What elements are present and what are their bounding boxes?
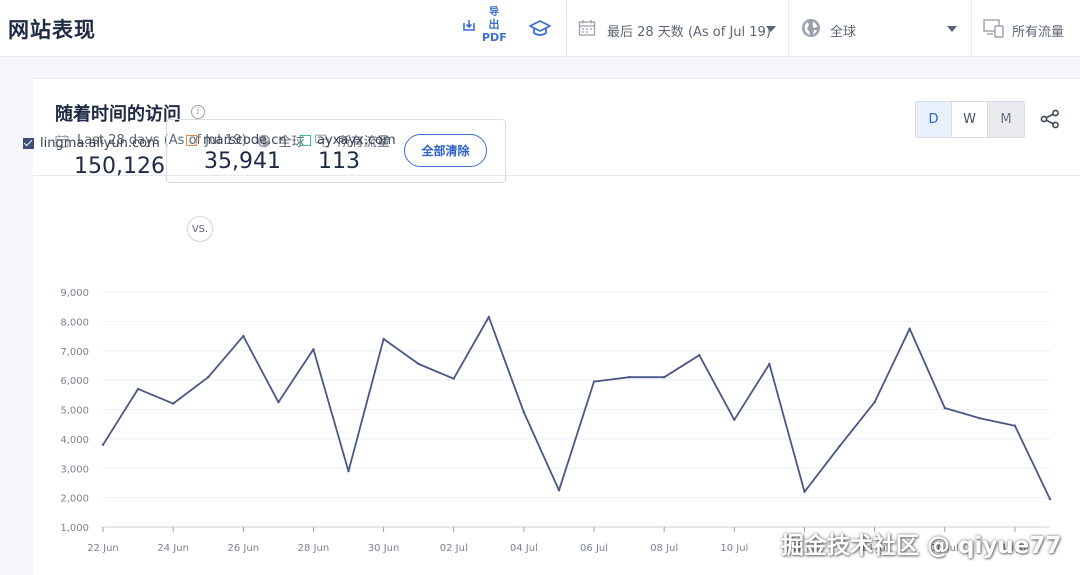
data-point xyxy=(1013,424,1017,427)
data-point xyxy=(1048,497,1052,501)
y-tick-label: 6,000 xyxy=(60,376,89,387)
data-point xyxy=(698,353,701,357)
data-point xyxy=(803,490,806,493)
x-tick-label: 28 Jun xyxy=(298,543,330,554)
data-point xyxy=(207,375,210,379)
x-tick-label: 26 Jun xyxy=(228,543,260,554)
data-point xyxy=(242,334,245,338)
data-point xyxy=(136,387,140,391)
visits-line-chart: 1,000 2,000 3,000 4,000 5,000 6,000 7,000 8,000… xyxy=(60,288,1052,554)
x-tick-label: 30 Jun xyxy=(368,543,400,554)
y-tick-label: 5,000 xyxy=(60,406,89,417)
y-tick-label: 4,000 xyxy=(60,435,89,446)
data-point xyxy=(557,489,561,492)
data-point xyxy=(662,375,666,379)
data-point xyxy=(838,445,841,448)
data-point xyxy=(768,362,771,366)
data-point xyxy=(101,443,105,446)
vs-badge: VS. xyxy=(187,216,213,242)
data-point xyxy=(452,377,455,380)
data-point xyxy=(487,315,491,319)
x-tick-label: 22 Jun xyxy=(87,543,119,554)
y-tick-label: 7,000 xyxy=(60,347,89,358)
series-line xyxy=(102,316,1051,500)
data-point xyxy=(312,348,315,351)
x-tick-label: 02 Jul xyxy=(440,543,468,554)
x-tick-label: 06 Jul xyxy=(580,543,608,554)
data-point xyxy=(592,380,596,383)
data-point xyxy=(908,327,911,330)
x-tick-label: 24 Jun xyxy=(157,543,189,554)
y-tick-label: 3,000 xyxy=(60,464,89,475)
y-tick-label: 9,000 xyxy=(60,288,89,299)
data-point xyxy=(347,469,350,473)
data-point xyxy=(873,400,876,404)
y-tick-label: 1,000 xyxy=(60,523,89,534)
data-point xyxy=(978,417,982,420)
x-tick-label: 08 Jul xyxy=(650,543,678,554)
data-point xyxy=(522,411,526,414)
data-point xyxy=(277,400,280,404)
y-tick-label: 8,000 xyxy=(60,317,89,328)
data-point xyxy=(943,406,946,410)
watermark: 掘金技术社区 @ qiyue77 xyxy=(781,533,1062,559)
data-point xyxy=(417,362,420,366)
data-point xyxy=(382,337,385,341)
data-point xyxy=(733,418,736,421)
x-tick-label: 10 Jul xyxy=(720,543,748,554)
data-point xyxy=(627,375,631,379)
data-point xyxy=(171,402,175,405)
y-tick-label: 2,000 xyxy=(60,494,89,505)
x-tick-label: 04 Jul xyxy=(510,543,538,554)
